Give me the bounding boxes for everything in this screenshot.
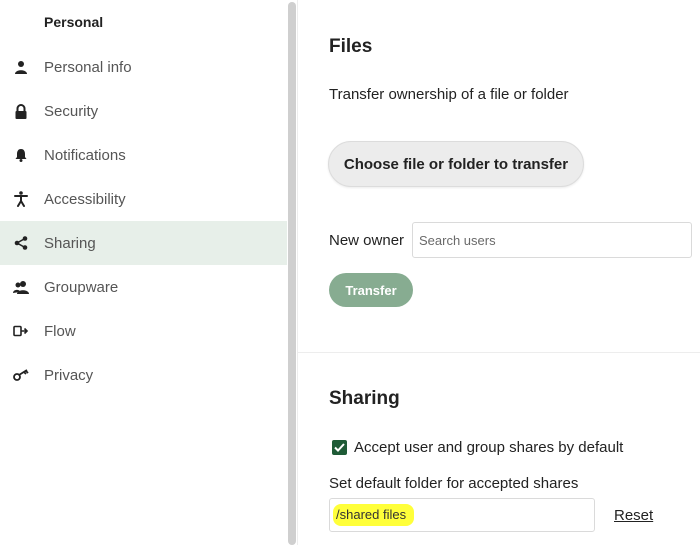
transfer-description: Transfer ownership of a file or folder	[329, 86, 569, 103]
default-folder-value: /shared files	[333, 504, 415, 526]
files-section-title: Files	[329, 36, 373, 57]
sidebar-item-personal-info[interactable]: Personal info	[0, 45, 287, 89]
sidebar-item-label: Sharing	[44, 234, 96, 252]
sidebar-item-label: Privacy	[44, 366, 94, 384]
sidebar-item-label: Groupware	[44, 278, 119, 296]
choose-file-button[interactable]: Choose file or folder to transfer	[328, 141, 584, 187]
accept-shares-label[interactable]: Accept user and group shares by default	[354, 439, 623, 456]
section-divider	[298, 352, 700, 353]
sidebar-item-label: Flow	[44, 322, 76, 340]
search-users-input[interactable]	[412, 222, 692, 258]
sidebar-heading: Personal	[44, 14, 104, 30]
sidebar-item-privacy[interactable]: Privacy	[0, 353, 287, 397]
sidebar-item-security[interactable]: Security	[0, 89, 287, 133]
flow-icon	[12, 322, 30, 340]
sidebar-item-label: Accessibility	[44, 190, 126, 208]
sidebar-item-accessibility[interactable]: Accessibility	[0, 177, 287, 221]
default-folder-input[interactable]: /shared files	[329, 498, 595, 532]
new-owner-label: New owner	[329, 232, 405, 249]
accept-shares-checkbox[interactable]	[332, 440, 347, 455]
lock-icon	[12, 102, 30, 120]
bell-icon	[12, 146, 30, 164]
sidebar-scrollbar[interactable]	[288, 0, 296, 545]
sidebar-navigation: Personal Personal info Security Notifica…	[0, 0, 287, 545]
contacts-icon	[12, 278, 30, 296]
accessibility-icon	[12, 190, 30, 208]
share-icon	[12, 234, 30, 252]
scrollbar-thumb[interactable]	[288, 2, 296, 545]
sharing-section-title: Sharing	[329, 388, 400, 409]
settings-content: Files Transfer ownership of a file or fo…	[298, 0, 700, 545]
checkmark-icon	[334, 443, 345, 452]
sidebar-item-groupware[interactable]: Groupware	[0, 265, 287, 309]
reset-folder-link[interactable]: Reset	[614, 507, 653, 524]
sidebar-item-notifications[interactable]: Notifications	[0, 133, 287, 177]
sidebar-item-sharing[interactable]: Sharing	[0, 221, 287, 265]
sidebar-item-flow[interactable]: Flow	[0, 309, 287, 353]
transfer-button[interactable]: Transfer	[329, 273, 413, 307]
sidebar-item-label: Notifications	[44, 146, 126, 164]
sidebar-item-label: Security	[44, 102, 99, 120]
key-icon	[12, 366, 30, 384]
default-folder-label: Set default folder for accepted shares	[329, 475, 579, 492]
user-icon	[12, 58, 30, 76]
sidebar-item-label: Personal info	[44, 58, 132, 76]
